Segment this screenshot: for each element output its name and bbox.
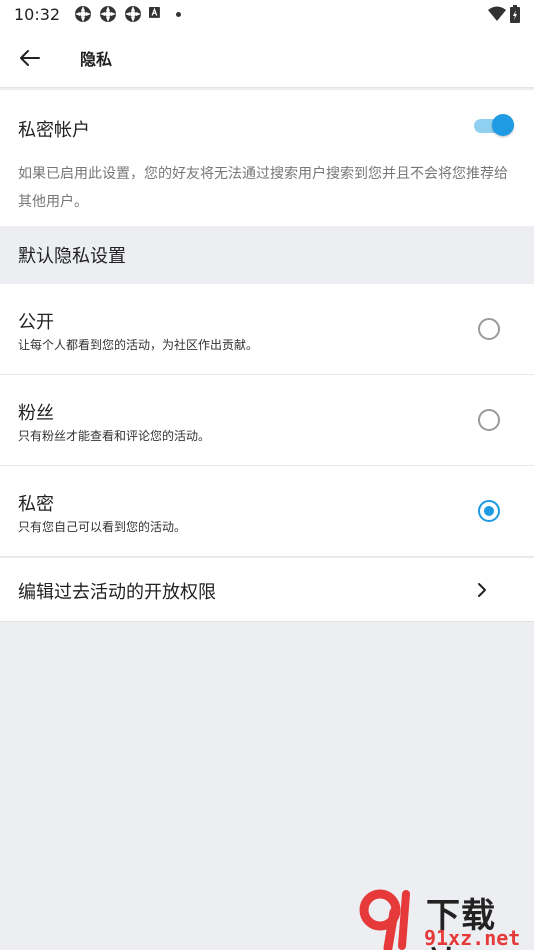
back-button[interactable] (0, 28, 60, 88)
option-title: 粉丝 (18, 403, 54, 424)
private-account-description: 如果已启用此设置，您的好友将无法通过搜索用户搜索到您并且不会将您推荐给其他用户。 (18, 166, 508, 210)
option-subtitle: 只有粉丝才能查看和评论您的活动。 (18, 429, 211, 443)
wifi-icon (488, 6, 506, 21)
edit-past-activity-row[interactable]: 编辑过去活动的开放权限 (0, 558, 534, 622)
arrow-left-icon (20, 49, 40, 66)
settings-flower-icon (100, 6, 117, 22)
chevron-right-icon (478, 583, 486, 597)
status-time: 10:32 (14, 4, 61, 24)
status-bar: 10:32 (0, 0, 534, 28)
a-box-icon (149, 7, 160, 18)
app-bar: 隐私 (0, 28, 534, 88)
battery-icon (510, 5, 520, 23)
option-subtitle: 只有您自己可以看到您的活动。 (18, 520, 187, 534)
option-subtitle: 让每个人都看到您的活动，为社区作出贡献。 (18, 338, 259, 352)
radio-followers[interactable] (478, 409, 500, 431)
settings-flower-icon (125, 6, 142, 22)
watermark-text-en: 91xz.net (424, 926, 521, 950)
option-private[interactable]: 私密 只有您自己可以看到您的活动。 (0, 466, 534, 557)
toggle-thumb (492, 114, 514, 136)
page-title: 隐私 (80, 49, 113, 69)
radio-public[interactable] (478, 318, 500, 340)
watermark: 下载站 91xz.net (358, 888, 530, 950)
settings-flower-icon (75, 6, 92, 22)
dot-icon (176, 11, 182, 17)
private-account-toggle[interactable] (472, 114, 514, 136)
option-title: 公开 (18, 312, 54, 333)
option-title: 私密 (18, 494, 54, 515)
option-public[interactable]: 公开 让每个人都看到您的活动，为社区作出贡献。 (0, 284, 534, 375)
private-account-label: 私密帐户 (18, 120, 90, 141)
option-followers[interactable]: 粉丝 只有粉丝才能查看和评论您的活动。 (0, 375, 534, 466)
watermark-logo-icon (359, 889, 410, 950)
edit-past-activity-label: 编辑过去活动的开放权限 (18, 582, 216, 603)
radio-private[interactable] (478, 500, 500, 522)
default-privacy-header: 默认隐私设置 (0, 226, 534, 284)
private-account-section: 私密帐户 如果已启用此设置，您的好友将无法通过搜索用户搜索到您并且不会将您推荐给… (0, 90, 534, 226)
